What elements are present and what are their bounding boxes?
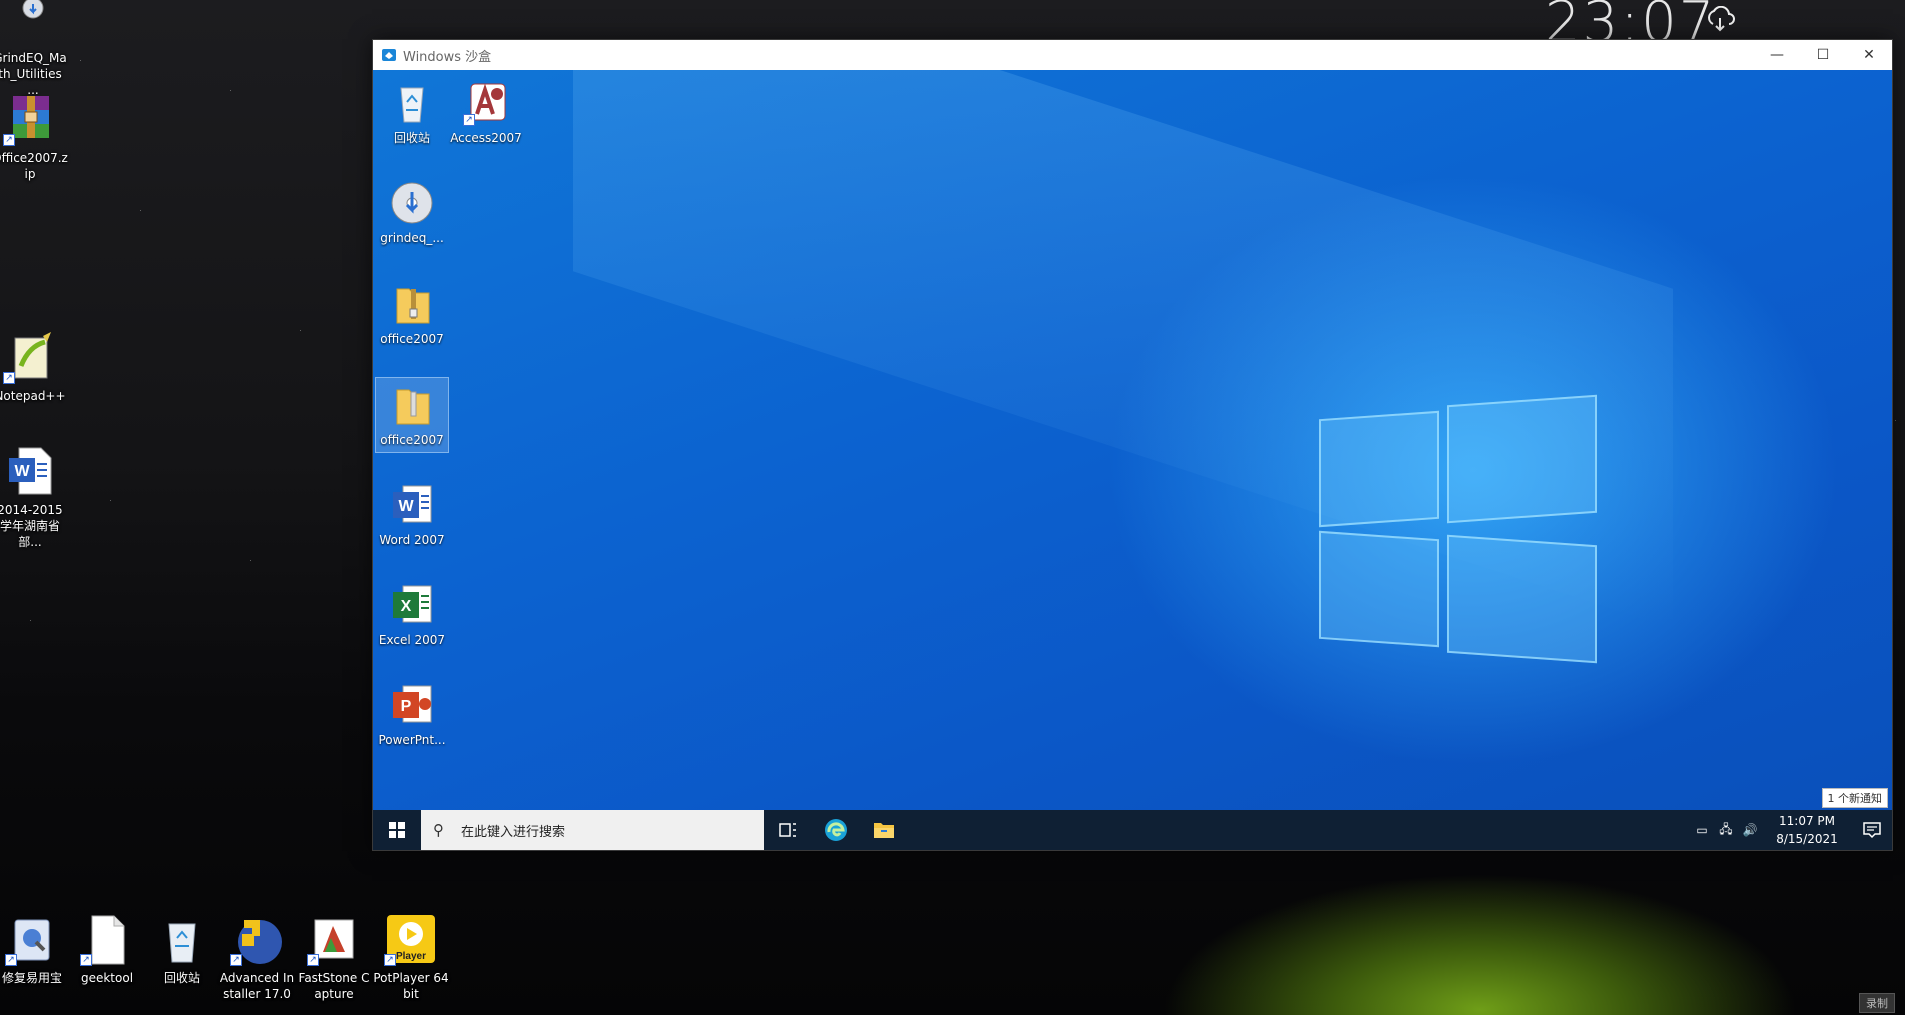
desktop-icon-recycle-bin[interactable]: 回收站 xyxy=(144,912,220,986)
file-explorer-button[interactable] xyxy=(860,810,908,850)
battery-icon[interactable]: ▭ xyxy=(1690,823,1714,837)
faststone-icon: ↗ xyxy=(307,912,361,966)
search-placeholder: 在此键入进行搜索 xyxy=(461,824,566,840)
sandbox-icon-excel2007[interactable]: X Excel 2007 xyxy=(375,578,449,652)
sandbox-icon-access2007[interactable]: ↗ Access2007 xyxy=(449,76,523,150)
recycle-bin-icon xyxy=(155,912,209,966)
notification-icon xyxy=(1863,822,1881,839)
desktop-icon-word-doc[interactable]: W 2014-2015学年湖南省部... xyxy=(0,444,68,550)
maximize-button[interactable]: ☐ xyxy=(1800,40,1846,70)
volume-icon[interactable]: 🔊 xyxy=(1738,823,1762,837)
blank-file-icon: ↗ xyxy=(80,912,134,966)
sandbox-icon-word2007[interactable]: W Word 2007 xyxy=(375,478,449,552)
svg-text:P: P xyxy=(401,698,412,715)
edge-button[interactable] xyxy=(812,810,860,850)
notification-toast[interactable]: 1 个新通知 xyxy=(1821,788,1888,808)
installer-icon xyxy=(3,0,57,54)
shortcut-arrow-icon: ↗ xyxy=(463,114,475,126)
word-document-icon: W xyxy=(3,444,57,498)
record-button[interactable]: 录制 xyxy=(1859,993,1895,1013)
desktop-icon-repair-tool[interactable]: ↗ 修复易用宝 xyxy=(0,912,70,986)
excel-icon: X xyxy=(389,582,435,628)
tray-clock[interactable]: 11:07 PM 8/15/2021 xyxy=(1762,812,1852,848)
sandbox-icon-grindeq[interactable]: grindeq_... xyxy=(375,176,449,250)
folder-icon xyxy=(874,823,894,838)
recycle-bin-icon xyxy=(389,80,435,126)
search-icon: ⚲ xyxy=(433,821,444,839)
winrar-icon: ↗ xyxy=(3,92,57,146)
task-view-icon xyxy=(779,823,796,837)
desktop-icon-potplayer[interactable]: Player ↗ PotPlayer 64 bit xyxy=(373,912,449,1002)
tray-date: 8/15/2021 xyxy=(1776,832,1838,846)
window-title: Windows 沙盒 xyxy=(403,49,492,65)
folder-icon xyxy=(389,382,435,428)
shortcut-arrow-icon: ↗ xyxy=(230,954,242,966)
potplayer-icon: Player ↗ xyxy=(384,912,438,966)
tray-time: 11:07 PM xyxy=(1779,814,1835,828)
desktop-icon-grindeq[interactable]: GrindEQ_Math_Utilities_... xyxy=(0,0,68,98)
desktop-icon-notepadpp[interactable]: ↗ Notepad++ xyxy=(0,330,68,404)
shortcut-arrow-icon: ↗ xyxy=(307,954,319,966)
sandbox-desktop[interactable]: 回收站 ↗ Access2007 grindeq_... office2007 xyxy=(373,70,1892,850)
repair-tool-icon: ↗ xyxy=(5,912,59,966)
svg-text:X: X xyxy=(401,598,412,615)
advanced-installer-icon: ↗ xyxy=(230,912,284,966)
task-view-button[interactable] xyxy=(764,810,812,850)
notepadpp-icon: ↗ xyxy=(3,330,57,384)
window-titlebar[interactable]: Windows 沙盒 — ☐ ✕ xyxy=(373,40,1892,70)
zip-folder-icon xyxy=(389,281,435,327)
desktop-icon-geektool[interactable]: ↗ geektool xyxy=(69,912,145,986)
shortcut-arrow-icon: ↗ xyxy=(5,954,17,966)
shortcut-arrow-icon: ↗ xyxy=(384,954,396,966)
access-icon: ↗ xyxy=(463,80,509,126)
powerpoint-icon: P xyxy=(389,682,435,728)
svg-text:Player: Player xyxy=(396,951,426,962)
minimize-button[interactable]: — xyxy=(1754,40,1800,70)
desktop-icon-office-zip[interactable]: ↗ Office2007.zip xyxy=(0,92,68,182)
system-tray: ▭ 🖧 🔊 11:07 PM 8/15/2021 xyxy=(1690,810,1892,850)
desktop-icon-faststone-capture[interactable]: ↗ FastStone Capture xyxy=(296,912,372,1002)
start-button[interactable] xyxy=(373,810,421,850)
close-button[interactable]: ✕ xyxy=(1846,40,1892,70)
sandbox-icon-powerpoint2007[interactable]: P PowerPnt... xyxy=(375,678,449,752)
windows-start-icon xyxy=(389,822,405,838)
svg-text:W: W xyxy=(14,463,30,480)
word-icon: W xyxy=(389,482,435,528)
sandbox-icon-office2007-zip[interactable]: office2007 xyxy=(375,277,449,351)
shortcut-arrow-icon: ↗ xyxy=(3,134,15,146)
action-center-button[interactable] xyxy=(1852,810,1892,850)
shortcut-arrow-icon: ↗ xyxy=(80,954,92,966)
shortcut-arrow-icon: ↗ xyxy=(3,372,15,384)
taskbar-search-box[interactable]: ⚲ 在此键入进行搜索 xyxy=(421,810,764,850)
sandbox-app-icon xyxy=(382,49,396,61)
desktop-icon-advanced-installer[interactable]: ↗ Advanced Installer 17.0 xyxy=(219,912,295,1002)
sandbox-taskbar: ⚲ 在此键入进行搜索 ▭ 🖧 🔊 11:07 PM 8/15/2021 xyxy=(373,810,1892,850)
cloud-download-icon xyxy=(1708,6,1735,32)
installer-disc-icon xyxy=(389,180,435,226)
network-icon[interactable]: 🖧 xyxy=(1714,820,1738,841)
sandbox-icon-office2007-folder[interactable]: office2007 xyxy=(375,377,449,453)
sandbox-window: Windows 沙盒 — ☐ ✕ 回收站 ↗ Access2007 grinde… xyxy=(372,39,1893,851)
svg-text:W: W xyxy=(398,498,414,515)
edge-icon xyxy=(825,819,847,841)
sandbox-icon-recycle-bin[interactable]: 回收站 xyxy=(375,76,449,150)
